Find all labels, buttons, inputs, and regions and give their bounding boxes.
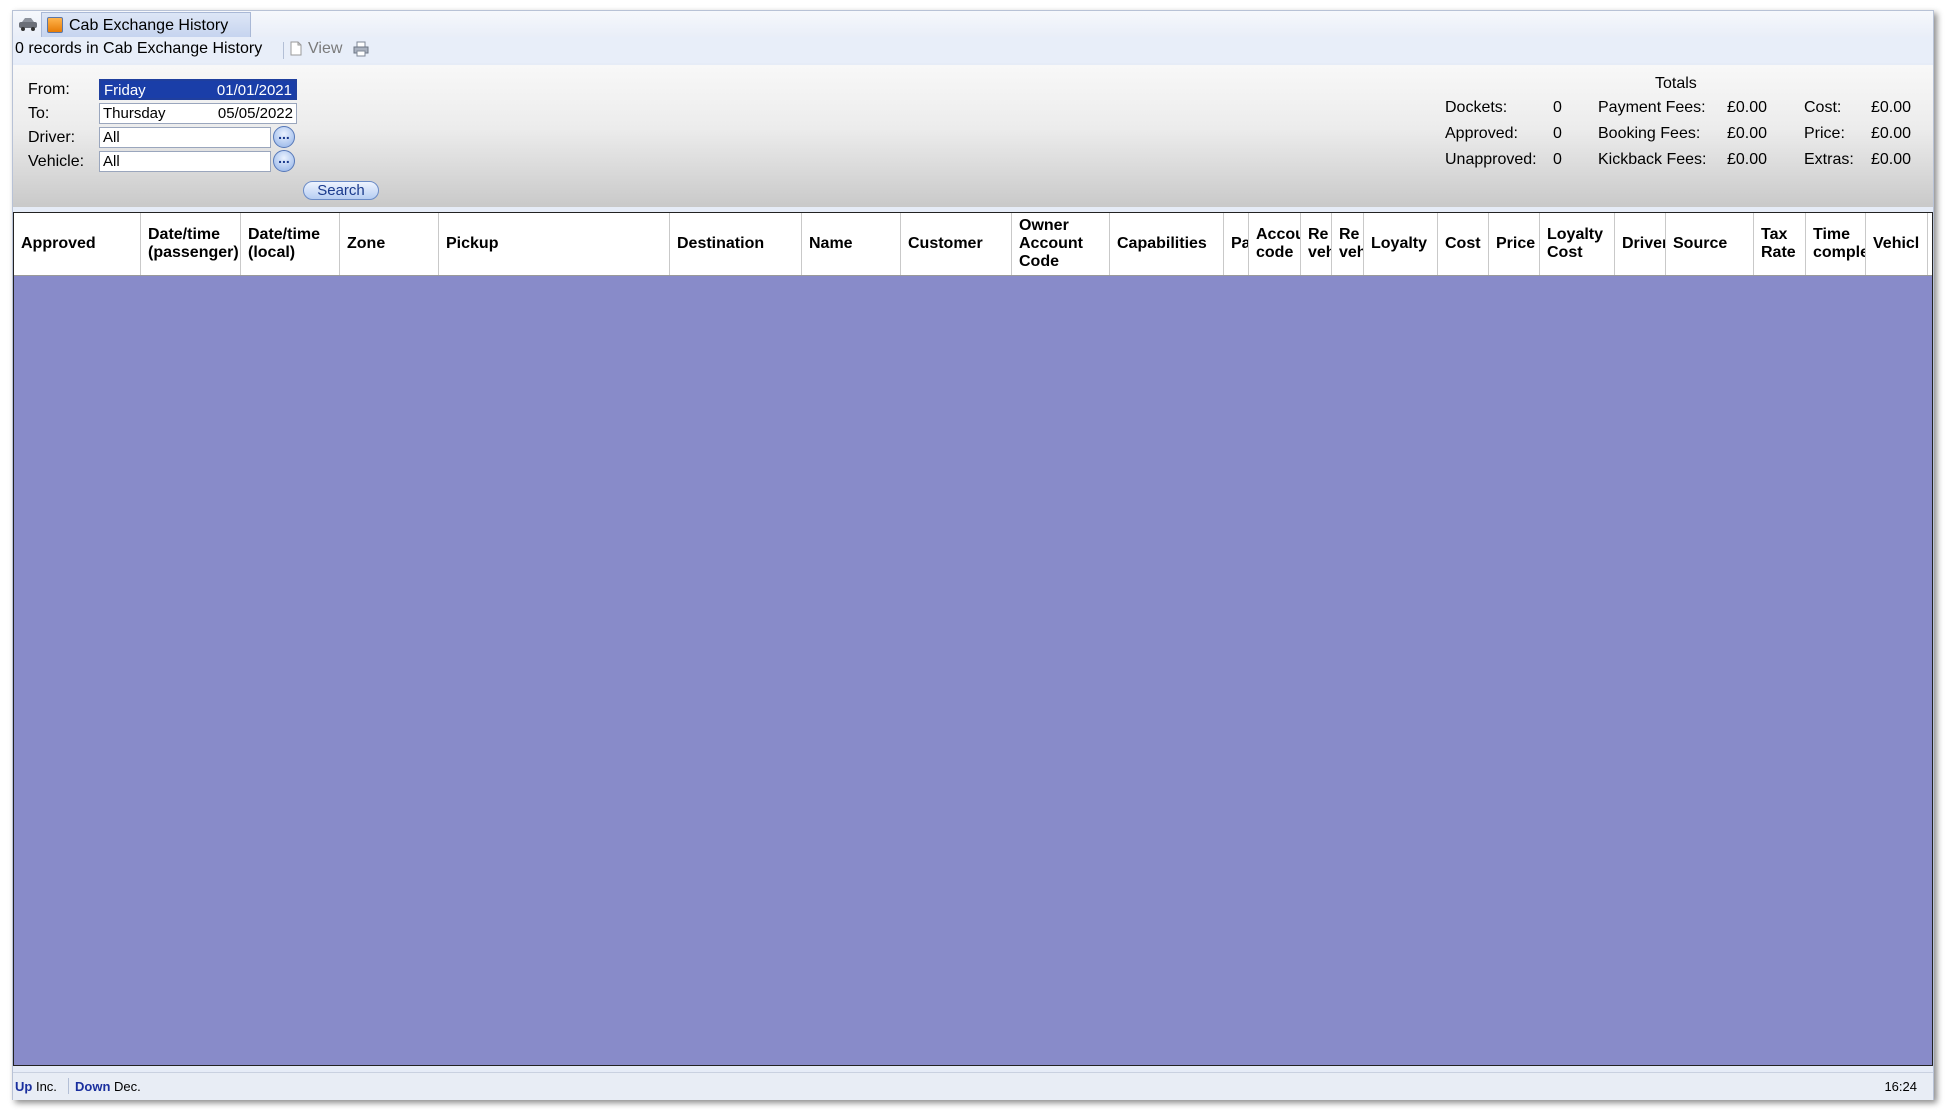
extras-label: Extras: — [1804, 151, 1854, 168]
column-header[interactable]: Loyalty Cost — [1540, 213, 1615, 275]
tab-label: Cab Exchange History — [69, 17, 229, 34]
booking-fees-value: £0.00 — [1727, 125, 1768, 142]
column-header[interactable]: Pickup — [439, 213, 670, 275]
column-header[interactable]: Loyalty — [1364, 213, 1438, 275]
extras-value: £0.00 — [1871, 151, 1912, 168]
tab-bar: Cab Exchange History — [13, 11, 1933, 37]
record-count: 0 records in Cab Exchange History — [15, 40, 263, 57]
column-header[interactable]: Pa — [1224, 213, 1249, 275]
results-grid[interactable]: Approved Date/time (passenger) Date/time (… — [13, 212, 1933, 1066]
car-icon[interactable] — [17, 16, 39, 32]
column-header[interactable]: Name — [802, 213, 901, 275]
column-header[interactable]: Re veh — [1301, 213, 1332, 275]
column-header[interactable]: Vehicl — [1866, 213, 1928, 275]
status-separator — [68, 1078, 69, 1094]
report-icon — [47, 17, 63, 33]
column-header[interactable]: Re veh — [1332, 213, 1364, 275]
cost-label: Cost: — [1804, 99, 1842, 116]
driver-browse-button[interactable]: ... — [273, 126, 295, 148]
up-key: Up — [15, 1079, 33, 1094]
price-label: Price: — [1804, 125, 1845, 142]
record-toolbar: 0 records in Cab Exchange History View — [13, 37, 1933, 63]
down-text: Dec. — [114, 1079, 141, 1094]
column-header[interactable]: Destination — [670, 213, 802, 275]
from-day: Friday — [104, 82, 146, 99]
column-header[interactable]: Time complet — [1806, 213, 1866, 275]
status-down-hint: Down Dec. — [75, 1079, 141, 1094]
booking-fees-label: Booking Fees: — [1598, 125, 1701, 142]
up-text: Inc. — [35, 1079, 57, 1094]
view-button[interactable]: View — [308, 40, 342, 58]
to-date: 05/05/2022 — [217, 105, 293, 122]
cab-exchange-history-window: Cab Exchange History 0 records in Cab Ex… — [12, 10, 1934, 1100]
payment-fees-value: £0.00 — [1727, 99, 1768, 116]
vehicle-browse-button[interactable]: ... — [273, 150, 295, 172]
column-header[interactable]: Capabilities — [1110, 213, 1224, 275]
to-day: Thursday — [103, 105, 166, 122]
approved-value: 0 — [1553, 125, 1562, 142]
from-label: From: — [28, 81, 70, 98]
driver-field[interactable]: All — [99, 127, 271, 148]
column-header[interactable]: Source — [1666, 213, 1754, 275]
column-header[interactable]: Approved — [14, 213, 141, 275]
printer-icon[interactable] — [353, 41, 369, 57]
vehicle-value: All — [103, 153, 120, 170]
search-button[interactable]: Search — [303, 181, 379, 200]
column-header[interactable]: Customer — [901, 213, 1012, 275]
kickback-fees-value: £0.00 — [1727, 151, 1768, 168]
column-header[interactable]: Tax Rate — [1754, 213, 1806, 275]
column-header[interactable]: Price — [1489, 213, 1540, 275]
column-header[interactable]: Accou code — [1249, 213, 1301, 275]
grid-header-row: Approved Date/time (passenger) Date/time (… — [14, 213, 1932, 276]
column-header[interactable]: Date/time (local) — [241, 213, 340, 275]
dockets-value: 0 — [1553, 99, 1562, 116]
column-header[interactable]: Date/time (passenger) — [141, 213, 241, 275]
clock-time: 16:24 — [1884, 1079, 1917, 1094]
vehicle-label: Vehicle: — [28, 153, 85, 170]
document-icon[interactable] — [290, 41, 302, 56]
down-key: Down — [75, 1079, 111, 1094]
from-date-field[interactable]: Friday 01/01/2021 — [99, 79, 297, 100]
dockets-label: Dockets: — [1445, 99, 1508, 116]
price-value: £0.00 — [1871, 125, 1912, 142]
vehicle-field[interactable]: All — [99, 151, 271, 172]
driver-label: Driver: — [28, 129, 76, 146]
driver-value: All — [103, 129, 120, 146]
approved-label: Approved: — [1445, 125, 1518, 142]
from-date: 01/01/2021 — [216, 82, 292, 99]
column-header[interactable]: Owner Account Code — [1012, 213, 1110, 275]
totals-title: Totals — [1655, 75, 1697, 92]
to-date-field[interactable]: Thursday 05/05/2022 — [99, 103, 297, 124]
kickback-fees-label: Kickback Fees: — [1598, 151, 1707, 168]
unapproved-value: 0 — [1553, 151, 1562, 168]
unapproved-label: Unapproved: — [1445, 151, 1537, 168]
column-header[interactable]: Zone — [340, 213, 439, 275]
column-header[interactable]: Cost — [1438, 213, 1489, 275]
status-bar: Up Inc. Down Dec. 16:24 — [13, 1072, 1933, 1100]
cost-value: £0.00 — [1871, 99, 1912, 116]
column-header[interactable]: Driver — [1615, 213, 1666, 275]
status-up-hint: Up Inc. — [15, 1079, 57, 1094]
toolbar-separator — [283, 42, 284, 59]
to-label: To: — [28, 105, 50, 122]
filter-panel: From: Friday 01/01/2021 To: Thursday 05/… — [13, 65, 1933, 207]
payment-fees-label: Payment Fees: — [1598, 99, 1706, 116]
tab-cab-exchange-history[interactable]: Cab Exchange History — [41, 12, 251, 37]
